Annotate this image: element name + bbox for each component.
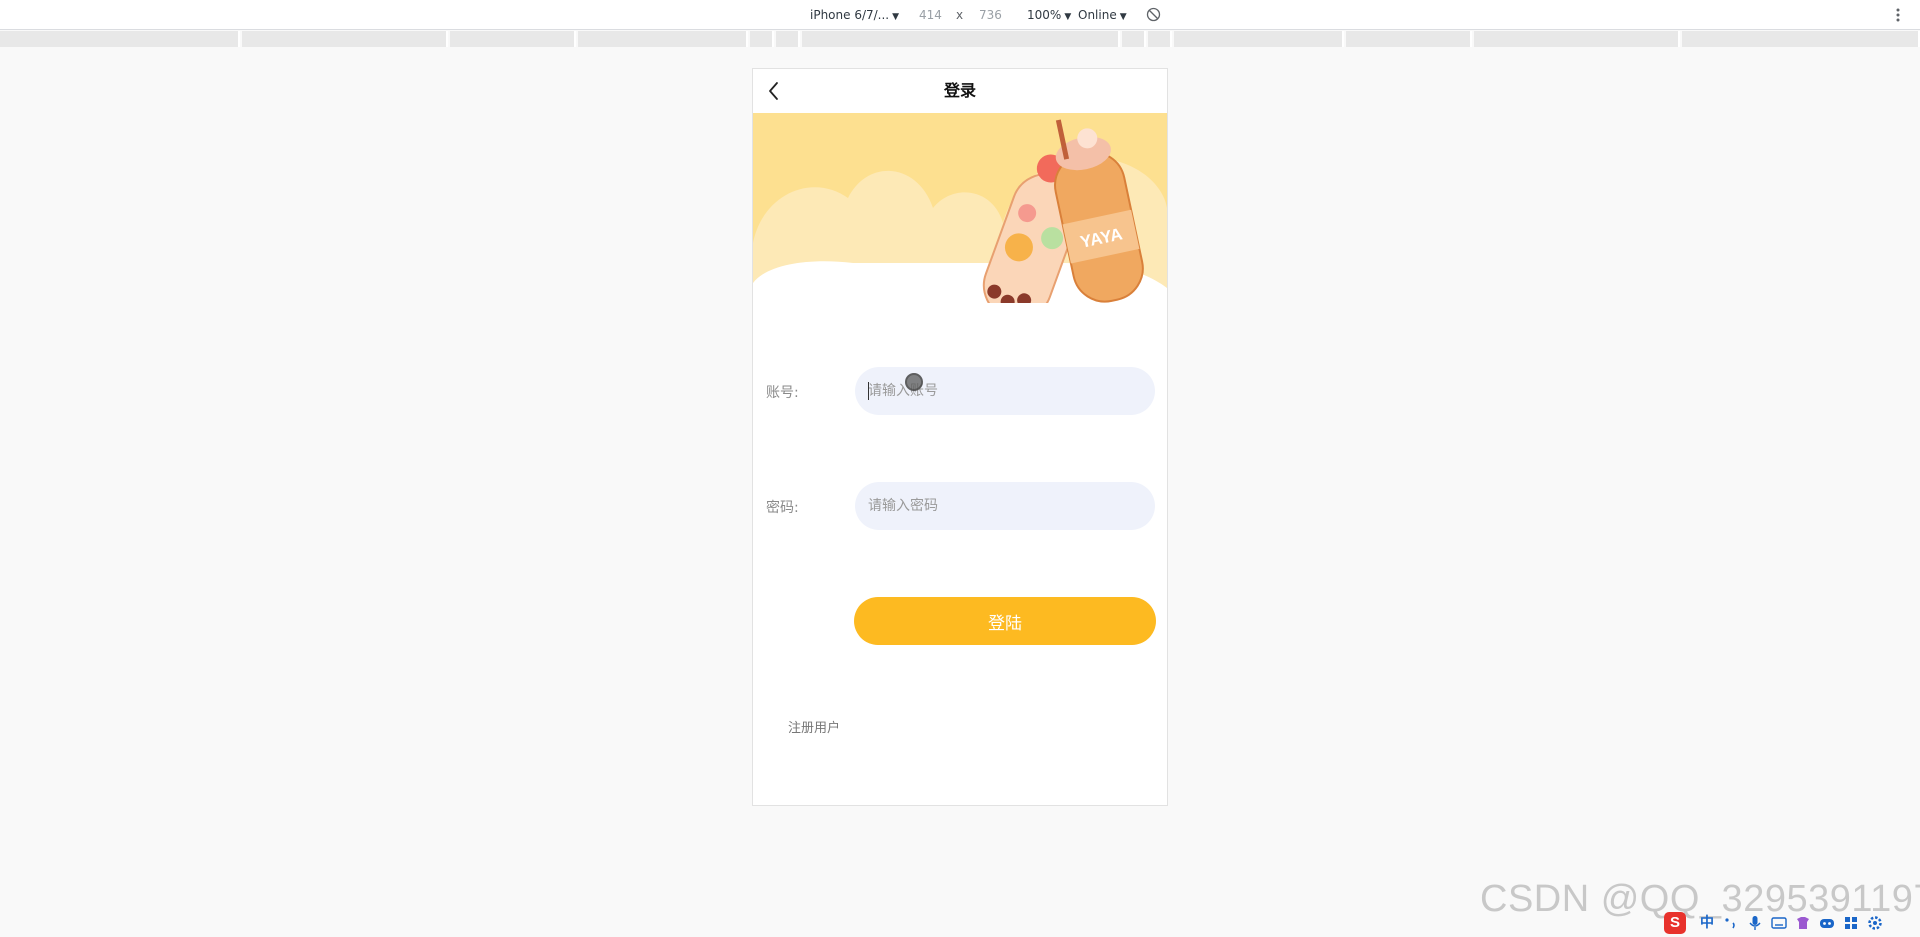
device-select-label: iPhone 6/7/... xyxy=(810,8,890,22)
media-query-segment[interactable] xyxy=(802,31,1120,47)
devtools-device-toolbar: iPhone 6/7/... ▼ 414 x 736 100% ▼ Online ▼ xyxy=(0,0,1920,30)
viewport-width-field[interactable]: 414 xyxy=(919,8,942,22)
more-options-icon[interactable] xyxy=(1895,6,1901,24)
page-title: 登录 xyxy=(943,81,976,100)
chevron-down-icon: ▼ xyxy=(892,12,900,22)
touch-cursor-indicator xyxy=(905,373,923,391)
keyboard-icon[interactable] xyxy=(1770,914,1788,932)
throttle-select-label: Online xyxy=(1078,8,1117,22)
assistant-icon[interactable] xyxy=(1818,914,1836,932)
phone-viewport: 登录 YAYA 账号: 请输入账号 密码: 登陆 注册用户 xyxy=(752,68,1168,806)
hero-banner: YAYA xyxy=(753,113,1167,303)
password-input[interactable] xyxy=(855,482,1155,530)
ime-mode-toggle[interactable]: 中 xyxy=(1698,914,1716,932)
viewport-height-field[interactable]: 736 xyxy=(979,8,1002,22)
apps-grid-icon[interactable] xyxy=(1842,914,1860,932)
chevron-down-icon: ▼ xyxy=(1119,12,1127,22)
media-query-segment[interactable] xyxy=(1174,31,1344,47)
password-row: 密码: xyxy=(753,482,1167,530)
text-caret xyxy=(868,382,869,400)
throttle-select[interactable]: Online ▼ xyxy=(1078,8,1127,22)
ime-logo-icon[interactable]: S xyxy=(1664,912,1686,934)
ime-toolbar: S 中 xyxy=(1660,912,1920,936)
media-query-segment[interactable] xyxy=(450,31,576,47)
zoom-select[interactable]: 100% ▼ xyxy=(1027,8,1071,22)
skin-icon[interactable] xyxy=(1794,914,1812,932)
device-select[interactable]: iPhone 6/7/... ▼ xyxy=(810,8,899,22)
rotate-icon[interactable] xyxy=(1146,7,1161,22)
media-query-segment[interactable] xyxy=(578,31,748,47)
media-query-segment[interactable] xyxy=(1474,31,1680,47)
register-link[interactable]: 注册用户 xyxy=(788,717,840,736)
media-query-segment[interactable] xyxy=(1148,31,1172,47)
account-row: 账号: xyxy=(753,367,1167,415)
password-label: 密码: xyxy=(766,500,799,516)
media-query-segment[interactable] xyxy=(1122,31,1146,47)
chevron-down-icon: ▼ xyxy=(1064,12,1072,22)
media-query-segment[interactable] xyxy=(1346,31,1472,47)
media-query-segment[interactable] xyxy=(750,31,774,47)
nav-bar: 登录 xyxy=(753,69,1167,113)
dimension-separator: x xyxy=(956,8,964,22)
microphone-icon[interactable] xyxy=(1746,914,1764,932)
punctuation-icon[interactable] xyxy=(1722,914,1740,932)
media-query-segment[interactable] xyxy=(0,31,240,47)
media-query-bar[interactable] xyxy=(0,31,1920,47)
account-label: 账号: xyxy=(766,385,799,401)
account-input[interactable] xyxy=(855,367,1155,415)
settings-gear-icon[interactable] xyxy=(1866,914,1884,932)
zoom-select-label: 100% xyxy=(1027,8,1062,22)
media-query-segment[interactable] xyxy=(242,31,448,47)
media-query-segment[interactable] xyxy=(1682,31,1920,47)
media-query-segment[interactable] xyxy=(776,31,800,47)
login-button[interactable]: 登陆 xyxy=(854,597,1156,645)
milk-tea-illustration: YAYA xyxy=(753,113,1167,303)
